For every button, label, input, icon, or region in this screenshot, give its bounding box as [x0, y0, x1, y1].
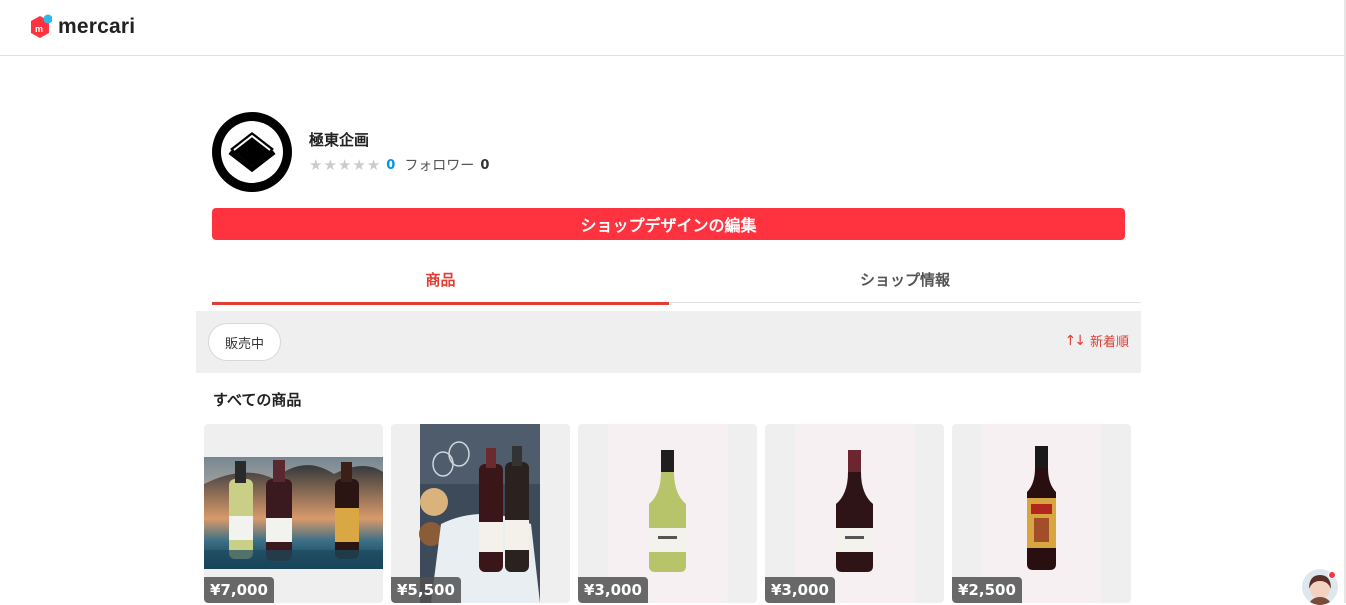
product-card[interactable]: ¥3,000 [578, 424, 757, 603]
rating-row: ★ ★ ★ ★ ★ 0 フォロワー 0 [309, 155, 489, 175]
product-price: ¥3,000 [765, 577, 835, 603]
shop-avatar [212, 112, 292, 196]
svg-text:m: m [35, 24, 43, 34]
star-icon: ★ [323, 156, 337, 174]
sort-button[interactable]: ↑↓ 新着順 [1064, 331, 1129, 351]
follower-label[interactable]: フォロワー [404, 155, 474, 175]
product-grid: ¥7,000 ¥5,500 ¥3,000 ¥3,000 ¥2,500 [204, 424, 1131, 603]
filter-bar: 販売中 ↑↓ 新着順 [196, 311, 1141, 373]
product-card[interactable]: ¥3,000 [765, 424, 944, 603]
tab-products[interactable]: 商品 [212, 256, 669, 305]
follower-count[interactable]: 0 [480, 158, 489, 173]
star-icon: ★ [352, 156, 366, 174]
product-price: ¥5,500 [391, 577, 461, 603]
rating-count[interactable]: 0 [386, 158, 395, 173]
star-icon: ★ [309, 156, 323, 174]
tab-shop-info[interactable]: ショップ情報 [669, 256, 1141, 303]
product-card[interactable]: ¥7,000 [204, 424, 383, 603]
product-price: ¥3,000 [578, 577, 648, 603]
sort-label: 新着順 [1089, 335, 1129, 350]
notification-dot [1328, 571, 1336, 579]
product-card[interactable]: ¥2,500 [952, 424, 1131, 603]
star-icon: ★ [366, 156, 381, 174]
product-price: ¥2,500 [952, 577, 1022, 603]
shop-logo-icon [212, 112, 292, 192]
shop-tabs: 商品 ショップ情報 [212, 256, 1141, 305]
star-icon: ★ [337, 156, 352, 174]
on-sale-filter-chip[interactable]: 販売中 [208, 323, 282, 361]
rating-stars: ★ ★ ★ ★ ★ [309, 156, 380, 174]
product-card[interactable]: ¥5,500 [391, 424, 570, 603]
mercari-logo-icon: m [28, 14, 53, 40]
top-header: m mercari [0, 0, 1344, 56]
edit-shop-design-button[interactable]: ショップデザインの編集 [212, 208, 1125, 240]
shop-name: 極東企画 [309, 131, 370, 149]
logo-text: mercari [58, 15, 136, 38]
product-price: ¥7,000 [204, 577, 274, 603]
section-title: すべての商品 [213, 391, 302, 409]
mercari-logo[interactable]: m mercari [28, 14, 135, 40]
sort-arrows-icon: ↑↓ [1064, 332, 1087, 349]
